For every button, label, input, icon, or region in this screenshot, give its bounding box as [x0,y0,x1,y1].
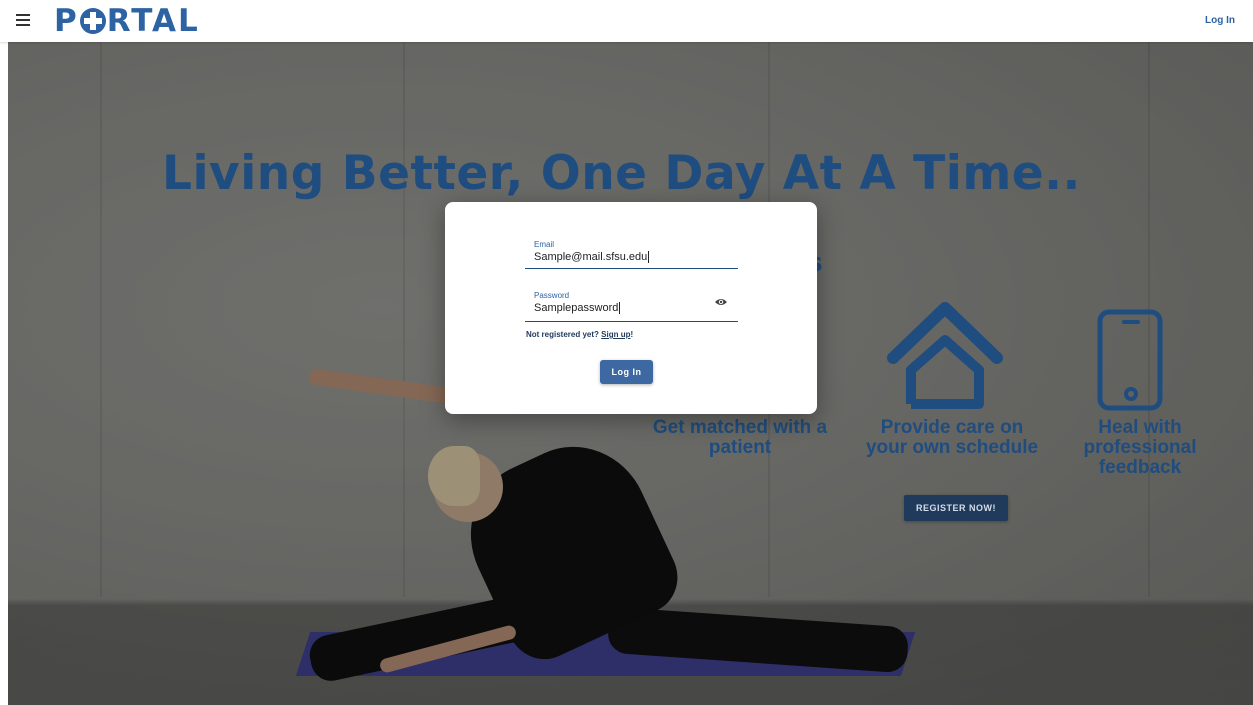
figure-arm [378,624,518,674]
text-caret [619,302,621,315]
feature-heal: Heal with professional feedback [1083,417,1197,478]
signup-link[interactable]: Sign up [601,330,630,339]
hamburger-menu-icon[interactable] [16,14,30,26]
feature-get-matched: Get matched with a patient [652,417,828,458]
top-nav-bar: P RTAL Log In [0,0,1253,42]
logo-p: P [54,3,79,39]
login-button[interactable]: Log In [600,360,653,384]
wall-seam [403,42,405,597]
figure-leg [306,585,570,685]
figure-hair [428,446,480,506]
login-dialog: Email Sample@mail.sfsu.edu Password Samp… [445,202,817,414]
password-input[interactable]: Samplepassword [534,302,704,315]
password-field[interactable]: Password Samplepassword [525,291,738,322]
signup-prompt: Not registered yet? Sign up! [526,330,633,339]
medical-cross-icon [79,8,106,34]
feature-provide-care: Provide care on your own schedule [865,417,1039,458]
hero-title: Living Better, One Day At A Time.. [162,146,1081,201]
portal-logo[interactable]: P RTAL [54,3,200,39]
nav-login-link[interactable]: Log In [1205,15,1235,26]
figure-torso [446,422,690,672]
signup-prompt-text: Not registered yet? [526,330,599,339]
password-value: Samplepassword [534,302,619,314]
email-field[interactable]: Email Sample@mail.sfsu.edu [525,240,738,269]
email-input[interactable]: Sample@mail.sfsu.edu [534,251,704,264]
signup-suffix: ! [630,330,634,339]
email-label: Email [534,240,555,249]
text-caret [648,251,650,264]
eye-icon[interactable] [714,297,728,307]
password-label: Password [534,291,570,300]
logo-rtal: RTAL [106,3,200,39]
email-value: Sample@mail.sfsu.edu [534,251,648,263]
register-now-button[interactable]: REGISTER NOW! [904,495,1008,521]
smartphone-icon [1097,309,1163,411]
yoga-mat [295,632,916,676]
house-icon [887,302,1003,409]
figure-leg [606,606,910,674]
wall-seam [100,42,102,597]
figure-head [433,452,503,522]
